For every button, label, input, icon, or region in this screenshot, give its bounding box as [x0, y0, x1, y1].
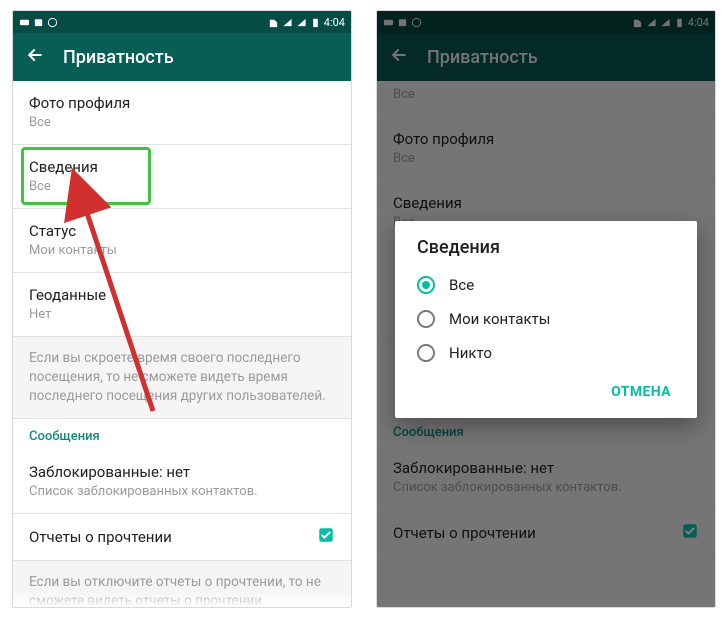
- setting-title: Отчеты о прочтении: [29, 527, 317, 547]
- toolbar: Приватность: [13, 33, 351, 81]
- setting-sub: Все: [29, 114, 335, 132]
- radio-icon: [417, 276, 435, 294]
- radio-icon: [417, 344, 435, 362]
- setting-photo[interactable]: Фото профиля Все: [13, 81, 351, 145]
- radio-label: Мои контакты: [449, 310, 550, 328]
- setting-blocked[interactable]: Заблокированные: нет Список заблокирован…: [13, 450, 351, 514]
- phone-left: 4:04 Приватность Фото профиля Все Сведен…: [12, 10, 352, 608]
- radio-option-nobody[interactable]: Никто: [403, 336, 689, 370]
- sim-icon: [268, 17, 279, 28]
- setting-title: Геоданные: [29, 285, 335, 305]
- setting-title: Статус: [29, 221, 335, 241]
- calendar-icon: [33, 17, 44, 28]
- status-bar: 4:04: [13, 11, 351, 33]
- battery-icon: [310, 17, 321, 28]
- setting-sub: Список заблокированных контактов.: [29, 483, 335, 501]
- setting-sub: Все: [29, 178, 335, 196]
- setting-geo[interactable]: Геоданные Нет: [13, 273, 351, 337]
- dialog-title: Сведения: [403, 237, 689, 268]
- radio-option-contacts[interactable]: Мои контакты: [403, 302, 689, 336]
- setting-about[interactable]: Сведения Все: [13, 145, 351, 209]
- wifi-icon: [296, 17, 307, 28]
- setting-read-receipts[interactable]: Отчеты о прочтении: [13, 514, 351, 561]
- radio-label: Все: [449, 276, 474, 294]
- radio-option-everyone[interactable]: Все: [403, 268, 689, 302]
- about-dialog: Сведения Все Мои контакты Никто ОТМЕНА: [395, 221, 697, 418]
- checkbox-icon[interactable]: [317, 526, 335, 548]
- signal-icon: [282, 17, 293, 28]
- status-time: 4:04: [324, 16, 345, 29]
- info-last-seen: Если вы скроете время своего последнего …: [13, 337, 351, 419]
- radio-label: Никто: [449, 344, 492, 362]
- section-messages: Сообщения: [13, 419, 351, 450]
- cancel-button[interactable]: ОТМЕНА: [601, 376, 681, 408]
- setting-title: Заблокированные: нет: [29, 462, 335, 482]
- setting-status[interactable]: Статус Мои контакты: [13, 209, 351, 273]
- setting-sub: Мои контакты: [29, 242, 335, 260]
- youtube-icon: [19, 17, 30, 28]
- back-icon[interactable]: [25, 45, 45, 70]
- radio-icon: [417, 310, 435, 328]
- phone-right: 4:04 Приватность Все Фото профиля Все Св…: [376, 10, 716, 608]
- setting-title: Сведения: [29, 157, 335, 177]
- whatsapp-icon: [47, 17, 58, 28]
- page-title: Приватность: [63, 47, 174, 68]
- setting-sub: Нет: [29, 306, 335, 324]
- setting-title: Фото профиля: [29, 93, 335, 113]
- settings-list: Фото профиля Все Сведения Все Статус Мои…: [13, 81, 351, 608]
